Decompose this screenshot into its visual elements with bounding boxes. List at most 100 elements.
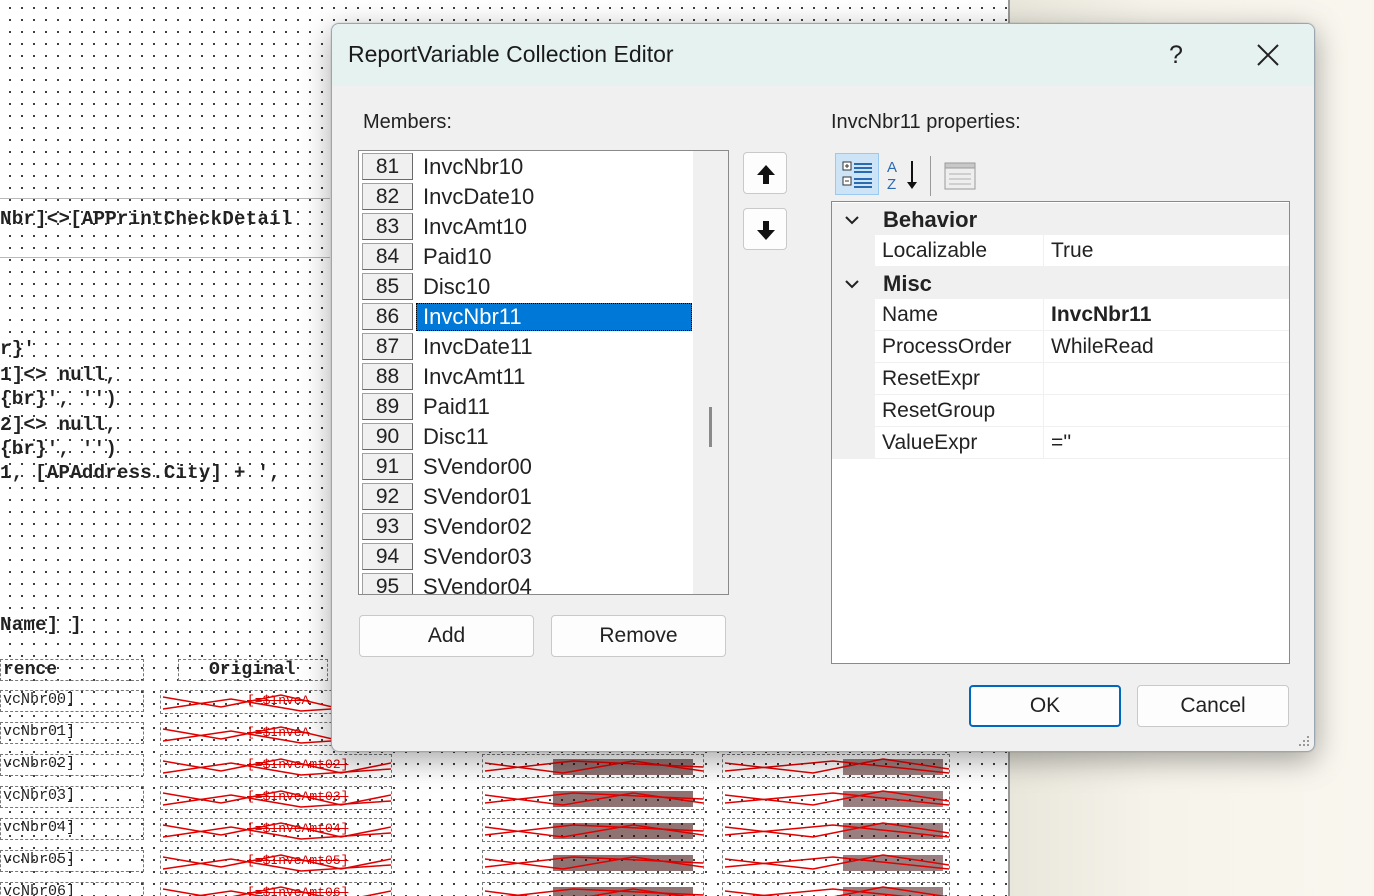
designer-invoice-cell[interactable]: vcNbr03] [0, 786, 144, 808]
property-pages-button[interactable] [939, 155, 979, 195]
category-misc[interactable]: Misc [832, 267, 1289, 299]
property-row[interactable]: ResetExpr [832, 363, 1289, 395]
alphabetical-button[interactable]: A Z [883, 155, 923, 195]
designer-paid-cell[interactable] [482, 786, 704, 810]
add-button[interactable]: Add [359, 615, 534, 657]
member-row[interactable]: 88 InvcAmt11 [359, 362, 692, 392]
category-behavior[interactable]: Behavior [832, 203, 1289, 235]
member-row[interactable]: 90 Disc11 [359, 422, 692, 452]
move-up-button[interactable] [743, 152, 787, 194]
chevron-down-icon[interactable] [842, 210, 862, 230]
member-row[interactable]: 89 Paid11 [359, 392, 692, 422]
property-value[interactable] [1044, 363, 1289, 395]
member-name[interactable]: SVendor04 [416, 573, 692, 594]
move-down-button[interactable] [743, 208, 787, 250]
categorized-button[interactable] [835, 153, 879, 195]
scrollbar-thumb[interactable] [709, 407, 712, 447]
designer-code-line: {br}', '') [0, 388, 118, 410]
designer-disc-cell[interactable] [722, 786, 950, 810]
member-name[interactable]: Paid10 [416, 243, 692, 271]
member-name[interactable]: SVendor03 [416, 543, 692, 571]
property-row[interactable]: ResetGroup [832, 395, 1289, 427]
property-value[interactable]: InvcNbr11 [1044, 299, 1289, 331]
designer-invoice-cell[interactable]: vcNbr06] [0, 882, 144, 896]
member-name[interactable]: InvcNbr11 [416, 303, 692, 331]
chevron-down-icon[interactable] [842, 274, 862, 294]
property-name[interactable]: ValueExpr [875, 427, 1044, 459]
property-value[interactable]: ='' [1044, 427, 1289, 459]
member-row[interactable]: 81 InvcNbr10 [359, 152, 692, 182]
property-pages-icon [944, 162, 976, 190]
resize-grip-icon[interactable] [1297, 734, 1311, 748]
ok-button[interactable]: OK [969, 685, 1121, 727]
property-grid[interactable]: Behavior Localizable True Misc Name InvcNbr11… [831, 201, 1290, 664]
designer-amount-cell[interactable]: [=$InvcAmt03] [160, 786, 392, 810]
member-row[interactable]: 93 SVendor02 [359, 512, 692, 542]
member-row[interactable]: 92 SVendor01 [359, 482, 692, 512]
property-value[interactable]: WhileRead [1044, 331, 1289, 363]
property-name[interactable]: Localizable [875, 235, 1044, 267]
designer-amount-cell[interactable]: [=$InvcAmt05] [160, 850, 392, 874]
property-name[interactable]: ResetExpr [875, 363, 1044, 395]
help-button[interactable]: ? [1156, 38, 1196, 72]
member-name[interactable]: SVendor02 [416, 513, 692, 541]
designer-paid-cell[interactable] [482, 850, 704, 874]
designer-invoice-cell[interactable]: vcNbr02] [0, 754, 144, 776]
designer-amount-cell[interactable]: [=$InvcAmt06] [160, 882, 392, 896]
designer-disc-cell[interactable] [722, 818, 950, 842]
designer-paid-cell[interactable] [482, 818, 704, 842]
member-row[interactable]: 95 SVendor04 [359, 572, 692, 594]
designer-invoice-cell[interactable]: vcNbr00] [0, 690, 144, 712]
category-label: Misc [883, 271, 932, 296]
designer-invoice-cell[interactable]: vcNbr04] [0, 818, 144, 840]
property-value[interactable] [1044, 395, 1289, 427]
member-name[interactable]: SVendor00 [416, 453, 692, 481]
category-label: Behavior [883, 207, 978, 232]
designer-disc-cell[interactable] [722, 882, 950, 896]
member-name[interactable]: InvcNbr10 [416, 153, 692, 181]
close-button[interactable] [1244, 36, 1290, 74]
property-row[interactable]: ProcessOrder WhileRead [832, 331, 1289, 363]
property-row[interactable]: Name InvcNbr11 [832, 299, 1289, 331]
member-name[interactable]: Disc11 [416, 423, 692, 451]
dialog-titlebar[interactable]: ReportVariable Collection Editor ? [332, 24, 1314, 86]
property-name[interactable]: Name [875, 299, 1044, 331]
designer-paid-cell[interactable] [482, 754, 704, 778]
member-index: 86 [362, 303, 413, 330]
property-name[interactable]: ResetGroup [875, 395, 1044, 427]
designer-paid-cell[interactable] [482, 882, 704, 896]
property-row[interactable]: Localizable True [832, 235, 1289, 267]
member-index: 94 [362, 543, 413, 570]
member-name[interactable]: InvcAmt10 [416, 213, 692, 241]
member-name[interactable]: Disc10 [416, 273, 692, 301]
designer-code-line: Nbr]<>[APPrintCheckDetail [0, 208, 293, 230]
member-row[interactable]: 82 InvcDate10 [359, 182, 692, 212]
member-row[interactable]: 94 SVendor03 [359, 542, 692, 572]
member-row[interactable]: 84 Paid10 [359, 242, 692, 272]
designer-disc-cell[interactable] [722, 754, 950, 778]
designer-invoice-cell[interactable]: vcNbr01] [0, 722, 144, 744]
member-name[interactable]: SVendor01 [416, 483, 692, 511]
members-list[interactable]: 81 InvcNbr10 82 InvcDate10 83 InvcAmt10 84 Paid… [358, 150, 729, 595]
designer-invoice-cell[interactable]: vcNbr05] [0, 850, 144, 872]
property-row[interactable]: ValueExpr ='' [832, 427, 1289, 459]
property-name[interactable]: ProcessOrder [875, 331, 1044, 363]
designer-amount-cell[interactable]: [=$InvcAmt04] [160, 818, 392, 842]
designer-disc-cell[interactable] [722, 850, 950, 874]
property-value[interactable]: True [1044, 235, 1289, 267]
member-row[interactable]: 83 InvcAmt10 [359, 212, 692, 242]
member-row[interactable]: 86 InvcNbr11 [359, 302, 692, 332]
designer-amount-cell[interactable]: [=$InvcAmt02] [160, 754, 392, 778]
member-row[interactable]: 91 SVendor00 [359, 452, 692, 482]
members-scrollbar[interactable] [693, 151, 728, 594]
member-name[interactable]: InvcAmt11 [416, 363, 692, 391]
remove-button[interactable]: Remove [551, 615, 726, 657]
member-name[interactable]: Paid11 [416, 393, 692, 421]
member-row[interactable]: 85 Disc10 [359, 272, 692, 302]
member-index: 83 [362, 213, 413, 240]
cancel-button[interactable]: Cancel [1137, 685, 1289, 727]
member-name[interactable]: InvcDate11 [416, 333, 692, 361]
member-index: 87 [362, 333, 413, 360]
member-name[interactable]: InvcDate10 [416, 183, 692, 211]
member-row[interactable]: 87 InvcDate11 [359, 332, 692, 362]
